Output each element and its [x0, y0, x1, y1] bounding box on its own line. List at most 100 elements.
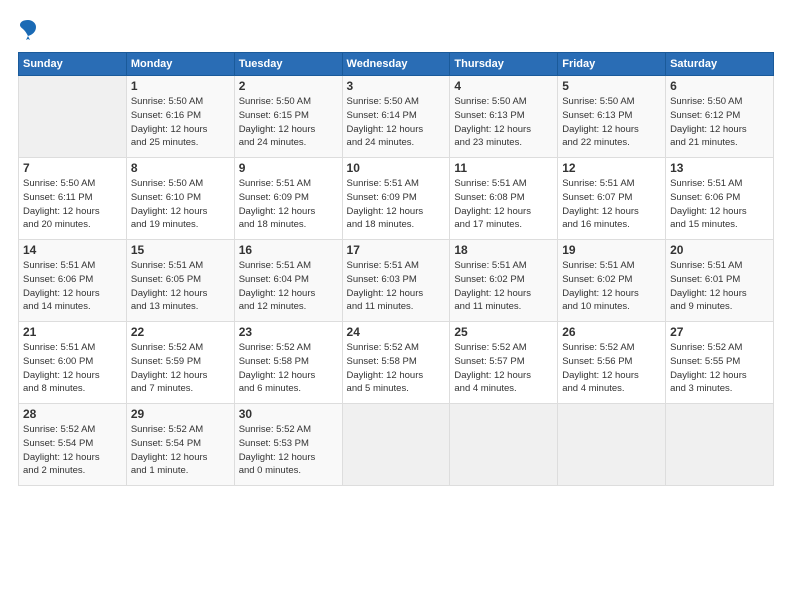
day-info: Sunrise: 5:51 AMSunset: 6:07 PMDaylight:…	[562, 177, 661, 232]
day-info: Sunrise: 5:51 AMSunset: 6:04 PMDaylight:…	[239, 259, 338, 314]
calendar-week-4: 21Sunrise: 5:51 AMSunset: 6:00 PMDayligh…	[19, 322, 774, 404]
calendar-cell: 7 Sunrise: 5:50 AMSunset: 6:11 PMDaylight…	[19, 158, 127, 240]
day-info: Sunrise: 5:52 AMSunset: 5:55 PMDaylight:…	[670, 341, 769, 396]
day-number: 4	[454, 79, 553, 93]
calendar-cell: 4Sunrise: 5:50 AMSunset: 6:13 PMDaylight…	[450, 76, 558, 158]
calendar-cell: 10 Sunrise: 5:51 AMSunset: 6:09 PMDayligh…	[342, 158, 450, 240]
calendar-cell	[450, 404, 558, 486]
day-info: Sunrise: 5:50 AMSunset: 6:15 PMDaylight:…	[239, 95, 338, 150]
day-info: Sunrise: 5:51 AMSunset: 6:00 PMDaylight:…	[23, 341, 122, 396]
day-info: Sunrise: 5:52 AMSunset: 5:56 PMDaylight:…	[562, 341, 661, 396]
calendar-cell: 25 Sunrise: 5:52 AMSunset: 5:57 PMDayligh…	[450, 322, 558, 404]
day-number: 13	[670, 161, 769, 175]
day-info: Sunrise: 5:52 AMSunset: 5:57 PMDaylight:…	[454, 341, 553, 396]
calendar-cell	[19, 76, 127, 158]
calendar-cell: 30Sunrise: 5:52 AMSunset: 5:53 PMDayligh…	[234, 404, 342, 486]
day-number: 25	[454, 325, 553, 339]
calendar-cell: 2 Sunrise: 5:50 AMSunset: 6:15 PMDaylight…	[234, 76, 342, 158]
day-number: 10	[347, 161, 446, 175]
calendar-cell: 1 Sunrise: 5:50 AMSunset: 6:16 PMDaylight…	[126, 76, 234, 158]
weekday-tuesday: Tuesday	[234, 53, 342, 76]
day-number: 14	[23, 243, 122, 257]
calendar-cell: 13 Sunrise: 5:51 AMSunset: 6:06 PMDayligh…	[666, 158, 774, 240]
calendar-cell: 26Sunrise: 5:52 AMSunset: 5:56 PMDayligh…	[558, 322, 666, 404]
calendar-cell: 6 Sunrise: 5:50 AMSunset: 6:12 PMDaylight…	[666, 76, 774, 158]
day-number: 8	[131, 161, 230, 175]
day-number: 30	[239, 407, 338, 421]
day-info: Sunrise: 5:50 AMSunset: 6:12 PMDaylight:…	[670, 95, 769, 150]
day-number: 7	[23, 161, 122, 175]
day-number: 6	[670, 79, 769, 93]
weekday-saturday: Saturday	[666, 53, 774, 76]
calendar-cell: 24Sunrise: 5:52 AMSunset: 5:58 PMDayligh…	[342, 322, 450, 404]
weekday-friday: Friday	[558, 53, 666, 76]
calendar-table: SundayMondayTuesdayWednesdayThursdayFrid…	[18, 52, 774, 486]
weekday-monday: Monday	[126, 53, 234, 76]
calendar-cell: 17 Sunrise: 5:51 AMSunset: 6:03 PMDayligh…	[342, 240, 450, 322]
day-info: Sunrise: 5:52 AMSunset: 5:59 PMDaylight:…	[131, 341, 230, 396]
day-info: Sunrise: 5:51 AMSunset: 6:02 PMDaylight:…	[454, 259, 553, 314]
calendar-cell: 21Sunrise: 5:51 AMSunset: 6:00 PMDayligh…	[19, 322, 127, 404]
day-number: 11	[454, 161, 553, 175]
calendar-cell: 23 Sunrise: 5:52 AMSunset: 5:58 PMDayligh…	[234, 322, 342, 404]
calendar-cell: 20 Sunrise: 5:51 AMSunset: 6:01 PMDayligh…	[666, 240, 774, 322]
day-number: 18	[454, 243, 553, 257]
day-number: 12	[562, 161, 661, 175]
day-info: Sunrise: 5:50 AMSunset: 6:14 PMDaylight:…	[347, 95, 446, 150]
day-number: 20	[670, 243, 769, 257]
day-info: Sunrise: 5:51 AMSunset: 6:09 PMDaylight:…	[239, 177, 338, 232]
day-number: 27	[670, 325, 769, 339]
day-info: Sunrise: 5:51 AMSunset: 6:02 PMDaylight:…	[562, 259, 661, 314]
day-number: 17	[347, 243, 446, 257]
header	[18, 18, 774, 42]
day-info: Sunrise: 5:51 AMSunset: 6:05 PMDaylight:…	[131, 259, 230, 314]
calendar-cell	[342, 404, 450, 486]
calendar-cell: 15Sunrise: 5:51 AMSunset: 6:05 PMDayligh…	[126, 240, 234, 322]
day-info: Sunrise: 5:51 AMSunset: 6:08 PMDaylight:…	[454, 177, 553, 232]
day-number: 29	[131, 407, 230, 421]
day-info: Sunrise: 5:52 AMSunset: 5:58 PMDaylight:…	[239, 341, 338, 396]
calendar-cell: 5 Sunrise: 5:50 AMSunset: 6:13 PMDaylight…	[558, 76, 666, 158]
day-info: Sunrise: 5:51 AMSunset: 6:06 PMDaylight:…	[23, 259, 122, 314]
calendar-cell: 18 Sunrise: 5:51 AMSunset: 6:02 PMDayligh…	[450, 240, 558, 322]
day-number: 23	[239, 325, 338, 339]
calendar-cell: 11 Sunrise: 5:51 AMSunset: 6:08 PMDayligh…	[450, 158, 558, 240]
day-number: 16	[239, 243, 338, 257]
calendar-cell	[558, 404, 666, 486]
calendar-cell: 28 Sunrise: 5:52 AMSunset: 5:54 PMDayligh…	[19, 404, 127, 486]
logo	[18, 18, 40, 42]
calendar-week-5: 28 Sunrise: 5:52 AMSunset: 5:54 PMDayligh…	[19, 404, 774, 486]
day-info: Sunrise: 5:51 AMSunset: 6:09 PMDaylight:…	[347, 177, 446, 232]
weekday-thursday: Thursday	[450, 53, 558, 76]
logo-bird-icon	[18, 18, 38, 42]
calendar-cell	[666, 404, 774, 486]
day-number: 28	[23, 407, 122, 421]
weekday-header-row: SundayMondayTuesdayWednesdayThursdayFrid…	[19, 53, 774, 76]
day-info: Sunrise: 5:51 AMSunset: 6:06 PMDaylight:…	[670, 177, 769, 232]
page: SundayMondayTuesdayWednesdayThursdayFrid…	[0, 0, 792, 612]
calendar-cell: 29 Sunrise: 5:52 AMSunset: 5:54 PMDayligh…	[126, 404, 234, 486]
day-number: 9	[239, 161, 338, 175]
day-number: 1	[131, 79, 230, 93]
day-info: Sunrise: 5:52 AMSunset: 5:54 PMDaylight:…	[131, 423, 230, 478]
weekday-wednesday: Wednesday	[342, 53, 450, 76]
weekday-sunday: Sunday	[19, 53, 127, 76]
calendar-cell: 27 Sunrise: 5:52 AMSunset: 5:55 PMDayligh…	[666, 322, 774, 404]
day-info: Sunrise: 5:50 AMSunset: 6:13 PMDaylight:…	[562, 95, 661, 150]
day-number: 3	[347, 79, 446, 93]
day-number: 5	[562, 79, 661, 93]
calendar-cell: 22 Sunrise: 5:52 AMSunset: 5:59 PMDayligh…	[126, 322, 234, 404]
day-number: 19	[562, 243, 661, 257]
calendar-week-2: 7 Sunrise: 5:50 AMSunset: 6:11 PMDaylight…	[19, 158, 774, 240]
calendar-cell: 12 Sunrise: 5:51 AMSunset: 6:07 PMDayligh…	[558, 158, 666, 240]
day-number: 22	[131, 325, 230, 339]
day-info: Sunrise: 5:51 AMSunset: 6:01 PMDaylight:…	[670, 259, 769, 314]
day-info: Sunrise: 5:50 AMSunset: 6:16 PMDaylight:…	[131, 95, 230, 150]
calendar-cell: 3 Sunrise: 5:50 AMSunset: 6:14 PMDaylight…	[342, 76, 450, 158]
day-info: Sunrise: 5:51 AMSunset: 6:03 PMDaylight:…	[347, 259, 446, 314]
calendar-cell: 16 Sunrise: 5:51 AMSunset: 6:04 PMDayligh…	[234, 240, 342, 322]
day-info: Sunrise: 5:52 AMSunset: 5:54 PMDaylight:…	[23, 423, 122, 478]
calendar-week-1: 1 Sunrise: 5:50 AMSunset: 6:16 PMDaylight…	[19, 76, 774, 158]
day-number: 2	[239, 79, 338, 93]
day-info: Sunrise: 5:50 AMSunset: 6:11 PMDaylight:…	[23, 177, 122, 232]
